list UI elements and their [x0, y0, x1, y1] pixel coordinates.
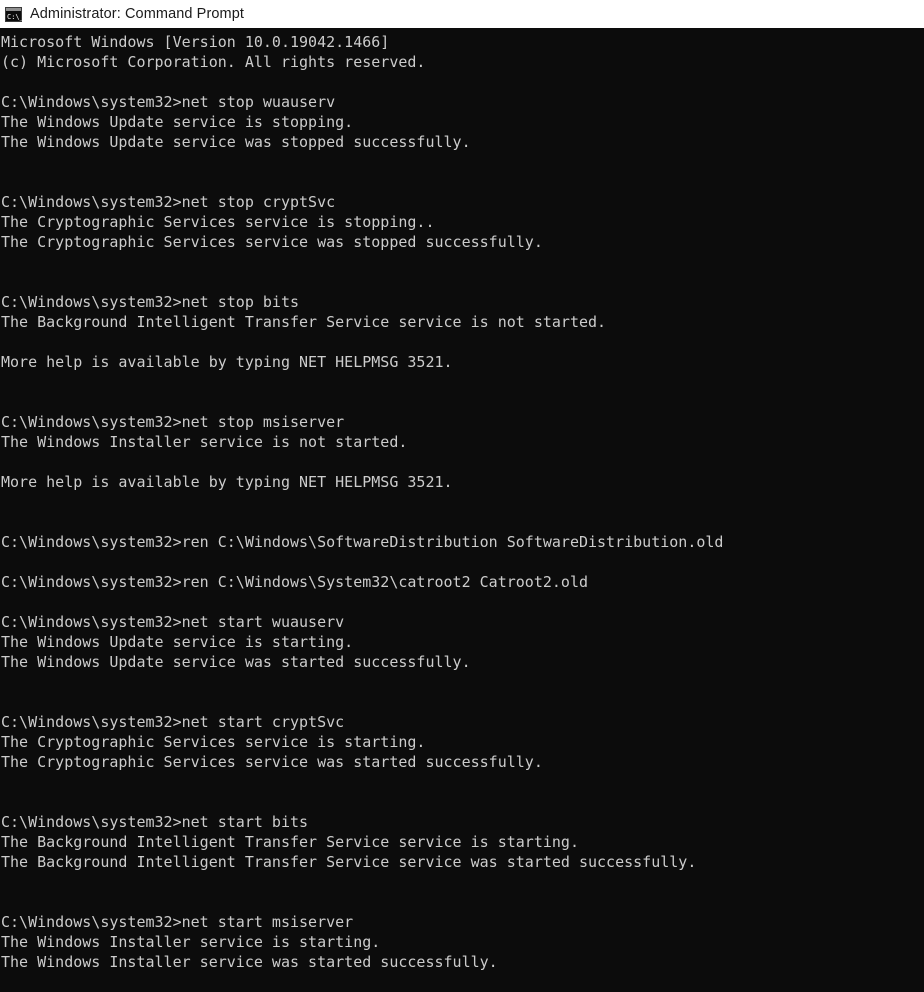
terminal-command-line: C:\Windows\system32>net stop bits [1, 293, 300, 311]
terminal-output[interactable]: Microsoft Windows [Version 10.0.19042.14… [0, 28, 924, 992]
terminal-command-line: C:\Windows\system32>net start msiserver [1, 913, 354, 931]
terminal-output-line: The Windows Update service was started s… [1, 653, 471, 671]
terminal-output-line: The Windows Update service was stopped s… [1, 133, 471, 151]
terminal-command-line: C:\Windows\system32>net stop msiserver [1, 413, 345, 431]
terminal-output-line: The Windows Update service is stopping. [1, 113, 354, 131]
terminal-output-line: The Cryptographic Services service is st… [1, 213, 435, 231]
terminal-output-line: The Windows Installer service is startin… [1, 933, 381, 951]
terminal-output-line: The Windows Update service is starting. [1, 633, 354, 651]
terminal-command-line: C:\Windows\system32>net start bits [1, 813, 309, 831]
window-titlebar[interactable]: C:\_ Administrator: Command Prompt [0, 0, 924, 28]
terminal-output-line: The Cryptographic Services service was s… [1, 753, 543, 771]
terminal-output-line: The Cryptographic Services service is st… [1, 733, 426, 751]
cmd-icon: C:\_ [5, 6, 22, 22]
terminal-output-line: The Background Intelligent Transfer Serv… [1, 833, 579, 851]
terminal-command-line: C:\Windows\system32>ren C:\Windows\Softw… [1, 533, 724, 551]
terminal-output-line: The Windows Installer service is not sta… [1, 433, 408, 451]
terminal-output-line: (c) Microsoft Corporation. All rights re… [1, 53, 426, 71]
terminal-command-line: C:\Windows\system32>net stop cryptSvc [1, 193, 336, 211]
terminal-command-line: C:\Windows\system32>net start cryptSvc [1, 713, 345, 731]
terminal-command-line: C:\Windows\system32>ren C:\Windows\Syste… [1, 573, 588, 591]
terminal-output-line: More help is available by typing NET HEL… [1, 353, 453, 371]
terminal-output-line: More help is available by typing NET HEL… [1, 473, 453, 491]
terminal-command-line: C:\Windows\system32>net start wuauserv [1, 613, 345, 631]
terminal-output-line: Microsoft Windows [Version 10.0.19042.14… [1, 33, 390, 51]
terminal-output-line: The Background Intelligent Transfer Serv… [1, 853, 697, 871]
svg-text:C:\_: C:\_ [7, 13, 22, 21]
terminal-output-line: The Windows Installer service was starte… [1, 953, 498, 971]
terminal-command-line: C:\Windows\system32>net stop wuauserv [1, 93, 336, 111]
terminal-output-line: The Background Intelligent Transfer Serv… [1, 313, 607, 331]
window-title: Administrator: Command Prompt [30, 5, 245, 22]
terminal-output-line: The Cryptographic Services service was s… [1, 233, 543, 251]
